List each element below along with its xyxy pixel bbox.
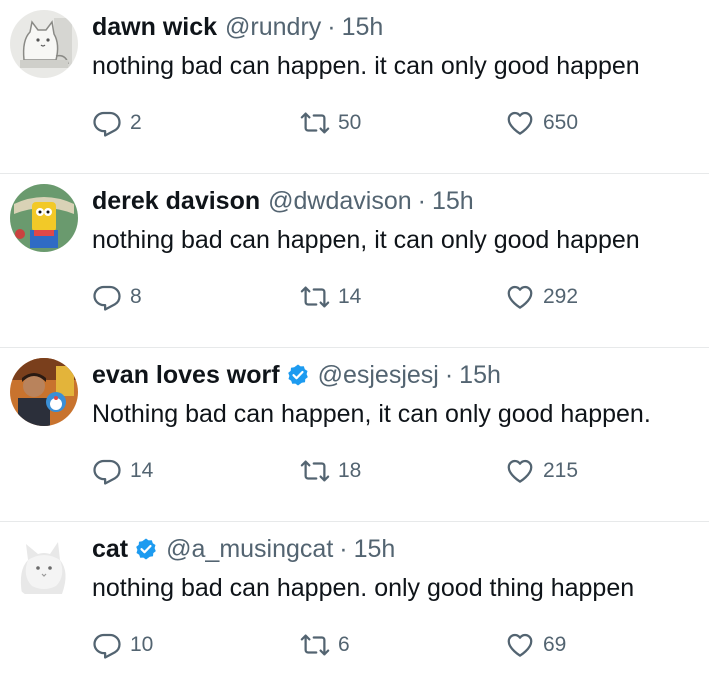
- reply-button[interactable]: 8: [92, 282, 142, 312]
- reply-count: 10: [130, 633, 154, 656]
- tweet-text: nothing bad can happen. it can only good…: [92, 52, 640, 80]
- author-handle[interactable]: @a_musingcat: [166, 535, 333, 564]
- reply-icon: [93, 459, 121, 485]
- reply-count: 14: [130, 459, 154, 482]
- retweet-icon: [300, 286, 330, 308]
- reply-icon: [93, 285, 121, 311]
- tweet-header: cat @a_musingcat · 15h: [92, 533, 395, 565]
- author-name[interactable]: evan loves worf: [92, 361, 280, 390]
- tweet-text: Nothing bad can happen, it can only good…: [92, 400, 651, 428]
- like-button[interactable]: 292: [505, 282, 578, 312]
- like-count: 69: [543, 633, 567, 656]
- photo-avatar-icon: [10, 358, 78, 426]
- tweet[interactable]: dawn wick @rundry · 15h nothing bad can …: [0, 0, 709, 174]
- tweet-text: nothing bad can happen, it can only good…: [92, 226, 640, 254]
- retweet-icon: [300, 634, 330, 656]
- reply-icon: [93, 111, 121, 137]
- timestamp[interactable]: 15h: [354, 535, 396, 564]
- retweet-count: 18: [338, 459, 362, 482]
- timestamp[interactable]: 15h: [342, 13, 384, 42]
- tweet-text: nothing bad can happen. only good thing …: [92, 574, 635, 602]
- heart-icon: [507, 459, 533, 483]
- retweet-button[interactable]: 14: [300, 282, 361, 312]
- reply-icon: [93, 633, 121, 659]
- author-name[interactable]: dawn wick: [92, 13, 217, 42]
- reply-button[interactable]: 10: [92, 630, 153, 660]
- cat-drawing-avatar-icon: [10, 10, 78, 78]
- retweet-count: 14: [338, 285, 362, 308]
- white-cat-avatar-icon: [10, 532, 78, 600]
- avatar[interactable]: [10, 184, 78, 252]
- retweet-button[interactable]: 18: [300, 456, 361, 486]
- verified-badge-icon: [286, 363, 310, 387]
- verified-badge-icon: [134, 537, 158, 561]
- like-button[interactable]: 215: [505, 456, 578, 486]
- timestamp[interactable]: 15h: [432, 187, 474, 216]
- retweet-count: 50: [338, 111, 362, 134]
- reply-button[interactable]: 2: [92, 108, 142, 138]
- tweet[interactable]: evan loves worf @esjesjesj · 15h Nothing…: [0, 348, 709, 522]
- heart-icon: [507, 633, 533, 657]
- tweet-header: evan loves worf @esjesjesj · 15h: [92, 359, 501, 391]
- retweet-icon: [300, 460, 330, 482]
- avatar[interactable]: [10, 532, 78, 600]
- tweet-header: dawn wick @rundry · 15h: [92, 11, 383, 43]
- separator-dot: ·: [444, 360, 454, 389]
- retweet-button[interactable]: 6: [300, 630, 350, 660]
- avatar[interactable]: [10, 358, 78, 426]
- retweet-icon: [300, 112, 330, 134]
- cartoon-avatar-icon: [10, 184, 78, 252]
- author-handle[interactable]: @esjesjesj: [318, 361, 439, 390]
- heart-icon: [507, 111, 533, 135]
- tweet[interactable]: derek davison @dwdavison · 15h nothing b…: [0, 174, 709, 348]
- reply-count: 2: [130, 111, 142, 134]
- like-button[interactable]: 69: [505, 630, 566, 660]
- avatar[interactable]: [10, 10, 78, 78]
- retweet-button[interactable]: 50: [300, 108, 361, 138]
- separator-dot: ·: [327, 12, 336, 41]
- timestamp[interactable]: 15h: [459, 361, 501, 390]
- reply-count: 8: [130, 285, 142, 308]
- tweet-header: derek davison @dwdavison · 15h: [92, 185, 474, 217]
- action-bar: 8 14 292: [92, 282, 652, 312]
- reply-button[interactable]: 14: [92, 456, 153, 486]
- like-count: 650: [543, 111, 579, 134]
- action-bar: 2 50 650: [92, 108, 652, 138]
- action-bar: 14 18 215: [92, 456, 652, 486]
- like-button[interactable]: 650: [505, 108, 578, 138]
- heart-icon: [507, 285, 533, 309]
- action-bar: 10 6 69: [92, 630, 652, 660]
- author-name[interactable]: cat: [92, 535, 128, 564]
- tweet-feed: dawn wick @rundry · 15h nothing bad can …: [0, 0, 709, 665]
- author-name[interactable]: derek davison: [92, 187, 260, 216]
- separator-dot: ·: [417, 186, 426, 215]
- separator-dot: ·: [339, 534, 348, 563]
- author-handle[interactable]: @rundry: [225, 13, 321, 42]
- like-count: 292: [543, 285, 579, 308]
- retweet-count: 6: [338, 633, 350, 656]
- author-handle[interactable]: @dwdavison: [268, 187, 412, 216]
- tweet[interactable]: cat @a_musingcat · 15h nothing bad can h…: [0, 522, 709, 696]
- like-count: 215: [543, 459, 579, 482]
